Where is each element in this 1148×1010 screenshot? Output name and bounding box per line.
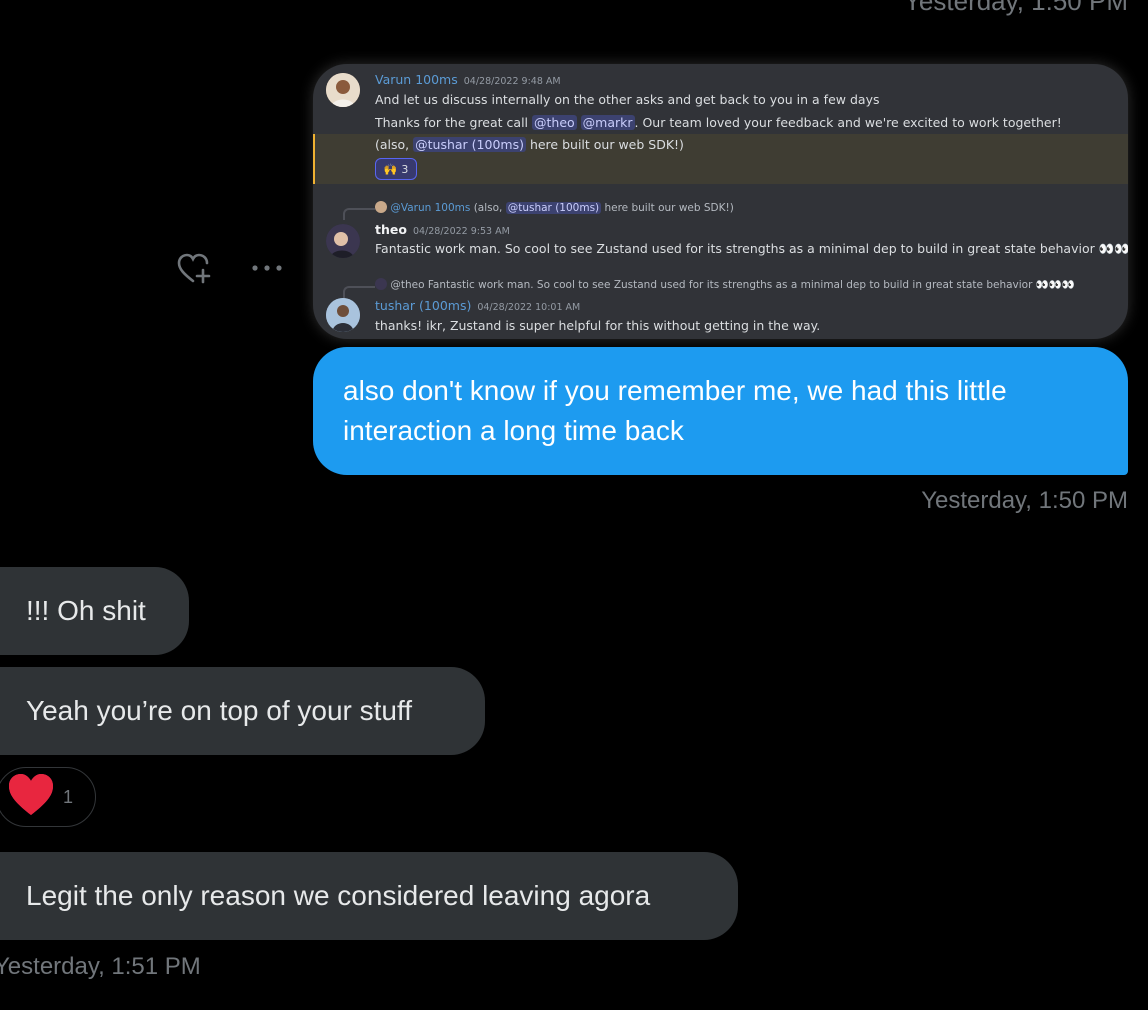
reply-post: here built our web SDK!) <box>601 202 734 214</box>
reaction-pill[interactable]: 1 <box>0 767 96 827</box>
mention-markr[interactable]: @markr <box>580 115 635 130</box>
msg2-time: 04/28/2022 9:53 AM <box>412 226 510 237</box>
reply-connector <box>343 208 375 220</box>
msg2-text: Fantastic work man. So cool to see Zusta… <box>375 241 1128 256</box>
avatar-theo <box>326 224 360 258</box>
heart-add-icon[interactable] <box>176 252 214 286</box>
reply-avatar <box>375 201 387 213</box>
incoming-timestamp: Yesterday, 1:51 PM <box>0 953 201 980</box>
mention-tushar[interactable]: @tushar (100ms) <box>413 137 526 152</box>
msg1-line2-pre: Thanks for the great call <box>375 115 532 130</box>
msg1-line3-post: here built our web SDK!) <box>525 137 684 152</box>
msg1-time: 04/28/2022 9:48 AM <box>463 76 561 87</box>
msg3-reply-text: @theo Fantastic work man. So cool to see… <box>390 279 1075 291</box>
more-horizontal-icon[interactable] <box>250 254 286 282</box>
msg1-line3: (also, @tushar (100ms) here built our we… <box>375 137 684 152</box>
mention-theo[interactable]: @theo <box>532 115 577 130</box>
incoming-message-bubble[interactable]: Yeah you’re on top of your stuff <box>0 667 485 755</box>
outgoing-timestamp: Yesterday, 1:50 PM <box>921 487 1128 514</box>
msg3-text: thanks! ikr, Zustand is super helpful fo… <box>375 318 821 333</box>
reply-mention: @Varun 100ms <box>390 202 471 214</box>
reaction-count: 1 <box>63 786 74 807</box>
msg2-reply-preview: @Varun 100ms (also, @tushar (100ms) here… <box>375 201 734 214</box>
msg3-author-name: tushar (100ms) <box>375 298 472 313</box>
msg3-time: 04/28/2022 10:01 AM <box>477 302 581 313</box>
avatar-tushar <box>326 298 360 332</box>
msg1-author-name: Varun 100ms <box>375 72 458 87</box>
reaction-count: 3 <box>401 162 409 176</box>
msg3-reply-preview: @theo Fantastic work man. So cool to see… <box>375 278 1075 291</box>
msg2-author: theo 04/28/2022 9:53 AM <box>375 222 510 237</box>
reply-connector-2 <box>343 286 375 298</box>
reply-pre: (also, <box>470 202 506 214</box>
reply-avatar-2 <box>375 278 387 290</box>
msg1-line3-pre: (also, <box>375 137 414 152</box>
outgoing-message-bubble[interactable]: also don't know if you remember me, we h… <box>313 347 1128 475</box>
discord-reaction[interactable]: 🙌 3 <box>375 158 417 180</box>
discord-screenshot-card[interactable]: Varun 100ms 04/28/2022 9:48 AM And let us… <box>313 64 1128 339</box>
msg1-line1: And let us discuss internally on the oth… <box>375 92 880 107</box>
avatar-varun <box>326 73 360 107</box>
msg3-author: tushar (100ms) 04/28/2022 10:01 AM <box>375 298 580 313</box>
incoming-message-bubble[interactable]: Legit the only reason we considered leav… <box>0 852 738 940</box>
reply-tag: @tushar (100ms) <box>505 202 602 214</box>
msg1-line2: Thanks for the great call @theo @markr. … <box>375 115 1062 130</box>
msg1-line2-post: . Our team loved your feedback and we're… <box>634 115 1062 130</box>
msg2-author-name: theo <box>375 222 407 237</box>
top-timestamp: Yesterday, 1:50 PM <box>903 0 1128 16</box>
heart-icon <box>7 773 55 822</box>
incoming-message-bubble[interactable]: !!! Oh shit <box>0 567 189 655</box>
msg1-author: Varun 100ms 04/28/2022 9:48 AM <box>375 72 561 87</box>
raised-hands-icon: 🙌 <box>383 162 398 176</box>
